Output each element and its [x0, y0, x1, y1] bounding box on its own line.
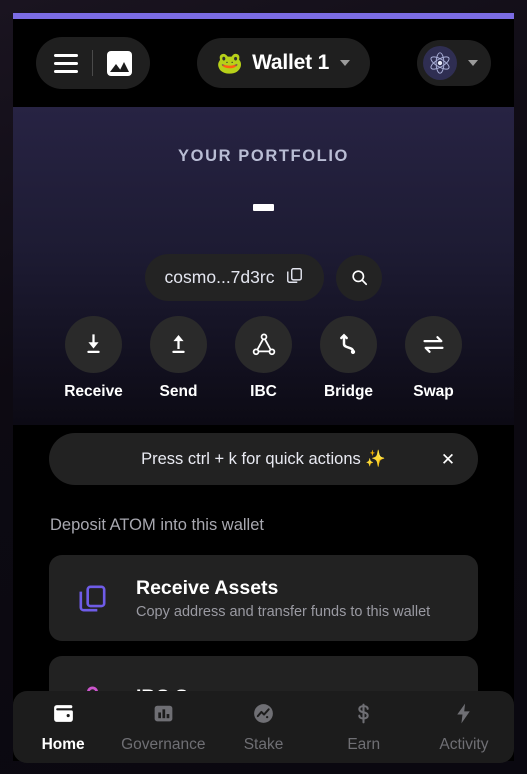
- quick-actions-banner: Press ctrl + k for quick actions ✨ ✕: [49, 433, 478, 485]
- action-bridge[interactable]: Bridge: [320, 316, 378, 401]
- balance-placeholder: [253, 204, 274, 211]
- wallet-avatar: 🐸: [216, 51, 244, 75]
- card-receive-assets[interactable]: Receive Assets Copy address and transfer…: [49, 555, 478, 641]
- deposit-section-label: Deposit ATOM into this wallet: [50, 516, 264, 534]
- nav-item-stake[interactable]: Stake: [213, 701, 313, 754]
- wallet-name-label: Wallet 1: [252, 51, 330, 74]
- copy-icon[interactable]: [285, 266, 304, 290]
- banner-text: Press ctrl + k for quick actions ✨: [141, 449, 386, 468]
- nav-item-earn[interactable]: Earn: [314, 701, 414, 754]
- chip-divider: [92, 50, 93, 76]
- upload-arrow-icon: [150, 316, 207, 373]
- trending-chart-icon: [251, 701, 276, 731]
- copy-icon: [73, 582, 111, 615]
- image-icon[interactable]: [107, 50, 132, 76]
- action-receive[interactable]: Receive: [64, 316, 123, 401]
- lightning-bolt-icon: [451, 701, 476, 731]
- chevron-down-icon: [467, 60, 478, 66]
- nav-label: Activity: [439, 735, 489, 753]
- action-label: Bridge: [323, 383, 374, 400]
- hamburger-icon[interactable]: [54, 53, 78, 73]
- nav-label: Earn: [347, 735, 381, 753]
- menu-chip[interactable]: [36, 37, 150, 89]
- action-label: Swap: [413, 383, 454, 400]
- nav-item-governance[interactable]: Governance: [113, 701, 213, 754]
- network-selector[interactable]: [416, 40, 491, 86]
- wallet-icon: [51, 701, 76, 731]
- bar-chart-icon: [151, 701, 176, 731]
- phone-frame: 🐸 Wallet 1 YOUR PORTFOLIO cosmo...7d3rc …: [13, 13, 514, 761]
- action-label: IBC: [250, 383, 277, 400]
- nav-label: Stake: [243, 735, 284, 753]
- chevron-down-icon: [340, 60, 351, 66]
- ibc-nodes-icon: [235, 316, 292, 373]
- card-text: Receive Assets Copy address and transfer…: [136, 577, 430, 620]
- close-icon[interactable]: ✕: [436, 451, 460, 468]
- nav-label: Home: [41, 735, 85, 753]
- bridge-curve-icon: [320, 316, 377, 373]
- action-ibc[interactable]: IBC: [235, 316, 293, 401]
- action-label: Receive: [64, 383, 123, 400]
- nav-label: Governance: [121, 735, 206, 753]
- address-row: cosmo...7d3rc: [13, 254, 514, 301]
- quick-actions-row: Receive Send IBC Bridge Swap: [13, 316, 514, 401]
- address-chip[interactable]: cosmo...7d3rc: [144, 254, 325, 301]
- cosmos-atom-icon: [422, 46, 457, 80]
- page-title: YOUR PORTFOLIO: [178, 147, 349, 165]
- download-arrow-icon: [65, 316, 122, 373]
- swap-arrows-icon: [405, 316, 462, 373]
- bottom-navigation: Home Governance Stake Earn Activity: [13, 691, 514, 763]
- action-send[interactable]: Send: [150, 316, 208, 401]
- nav-item-home[interactable]: Home: [13, 701, 113, 754]
- card-subtitle: Copy address and transfer funds to this …: [136, 603, 431, 620]
- app-root: 🐸 Wallet 1 YOUR PORTFOLIO cosmo...7d3rc …: [0, 0, 527, 774]
- wallet-address-label: cosmo...7d3rc: [164, 267, 275, 287]
- action-label: Send: [159, 383, 198, 400]
- search-button[interactable]: [336, 254, 383, 301]
- wallet-selector[interactable]: 🐸 Wallet 1: [196, 38, 371, 88]
- portfolio-balance: [13, 204, 514, 220]
- app-header: 🐸 Wallet 1: [13, 19, 514, 107]
- nav-item-activity[interactable]: Activity: [414, 701, 514, 754]
- dollar-sign-icon: [351, 701, 376, 731]
- action-swap[interactable]: Swap: [405, 316, 463, 401]
- card-title: Receive Assets: [136, 576, 279, 599]
